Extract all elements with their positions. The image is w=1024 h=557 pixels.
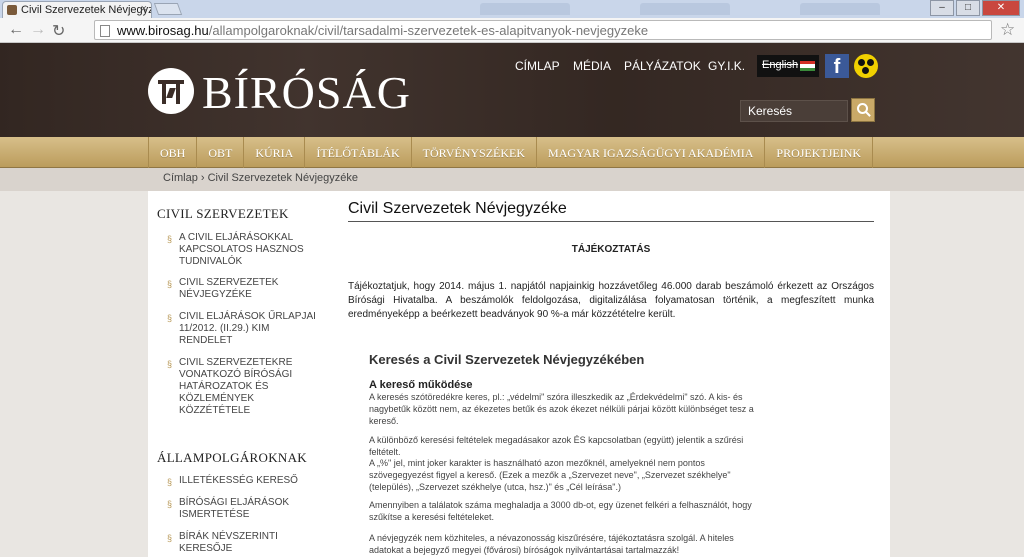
sidebar-item-urlapok[interactable]: § CIVIL ELJÁRÁSOK ŰRLAPJAI 11/2012. (II.2…: [167, 311, 319, 347]
sidebar-item-label: CIVIL SZERVEZETEK NÉVJEGYZÉKE: [179, 277, 279, 300]
nav-projektjeink[interactable]: PROJEKTJEINK: [764, 137, 874, 168]
sidebar-item-hatarozatok[interactable]: § CIVIL SZERVEZETEKRE VONATKOZÓ BÍRÓSÁGI …: [167, 357, 319, 417]
language-label: English: [762, 59, 799, 71]
sidebar-item-label: BÍRÓSÁGI ELJÁRÁSOK ISMERTETÉSE: [179, 497, 290, 520]
sidebar-item-eljarasok[interactable]: § BÍRÓSÁGI ELJÁRÁSOK ISMERTETÉSE: [167, 497, 319, 521]
top-nav-cimlap[interactable]: CÍMLAP: [515, 59, 560, 73]
facebook-icon[interactable]: f: [825, 54, 849, 78]
top-nav-palyazatok[interactable]: PÁLYÁZATOK: [624, 59, 701, 73]
sidebar-item-label: CIVIL SZERVEZETEKRE VONATKOZÓ BÍRÓSÁGI H…: [179, 357, 293, 416]
tab-title: Civil Szervezetek Névjegyzé: [21, 4, 152, 16]
close-window-button[interactable]: ✕: [982, 0, 1020, 16]
browser-tab-strip: Civil Szervezetek Névjegyzé × – □ ✕: [0, 0, 1024, 18]
search-button[interactable]: [851, 98, 875, 122]
notice-heading: TÁJÉKOZTATÁS: [571, 244, 651, 255]
top-nav-media[interactable]: MÉDIA: [573, 59, 611, 73]
accessibility-icon[interactable]: [854, 54, 878, 78]
info-paragraph: Amennyiben a találatok száma meghaladja …: [369, 500, 752, 522]
bullet-icon: §: [167, 234, 173, 244]
sidebar-item-nevjegyzek[interactable]: § CIVIL SZERVEZETEK NÉVJEGYZÉKE: [167, 277, 319, 301]
site-search-input[interactable]: Keresés: [740, 100, 848, 122]
info-paragraph: A különböző keresési feltételek megadása…: [369, 435, 744, 457]
url-host: www.birosag.hu: [117, 23, 209, 38]
sidebar-item-illetekesseg[interactable]: § ILLETÉKESSÉG KERESŐ: [167, 475, 319, 487]
sidebar-item-label: ILLETÉKESSÉG KERESŐ: [179, 475, 298, 486]
sidebar-heading-allampolgaroknak: ÁLLAMPOLGÁROKNAK: [157, 450, 307, 465]
nav-obh[interactable]: OBH: [148, 137, 196, 168]
nav-obt[interactable]: OBT: [196, 137, 243, 168]
main-navigation: OBH OBT KÚRIA ÍTÉLŐTÁBLÁK TÖRVÉNYSZÉKEK …: [0, 137, 1024, 168]
bullet-icon: §: [167, 279, 173, 289]
sidebar-heading-civil: CIVIL SZERVEZETEK: [157, 206, 289, 221]
sidebar-item-birak[interactable]: § BÍRÁK NÉVSZERINTI KERESŐJE: [167, 531, 319, 555]
site-favicon-icon: [7, 5, 17, 15]
how-it-works-heading: A kereső működése: [369, 379, 473, 391]
info-paragraph: A keresés szótöredékre keres, pl.: „véde…: [369, 392, 754, 426]
bookmark-star-icon[interactable]: ☆: [1000, 20, 1015, 40]
reload-icon[interactable]: ↻: [52, 21, 65, 41]
sidebar-item-tudnivalok[interactable]: § A CIVIL ELJÁRÁSOKKAL KAPCSOLATOS HASZNO…: [167, 232, 319, 268]
intro-paragraph: Tájékoztatjuk, hogy 2014. május 1. napjá…: [348, 281, 874, 320]
nav-itelotablak[interactable]: ÍTÉLŐTÁBLÁK: [304, 137, 410, 168]
bullet-icon: §: [167, 499, 173, 509]
back-arrow-icon[interactable]: ←: [8, 21, 24, 39]
tab-close-icon[interactable]: ×: [141, 3, 147, 15]
window-controls: – □ ✕: [930, 0, 1020, 16]
bullet-icon: §: [167, 313, 173, 323]
nav-torvenyszekek[interactable]: TÖRVÉNYSZÉKEK: [410, 137, 536, 168]
background-tab[interactable]: [800, 3, 880, 15]
forward-arrow-icon[interactable]: →: [30, 21, 46, 39]
site-logo-text[interactable]: BÍRÓSÁG: [202, 66, 411, 119]
info-paragraph: A névjegyzék nem közhiteles, a névazonos…: [369, 533, 734, 555]
bullet-icon: §: [167, 477, 173, 487]
court-logo-icon[interactable]: [148, 68, 194, 114]
nav-akademia[interactable]: MAGYAR IGAZSÁGÜGYI AKADÉMIA: [536, 137, 764, 168]
nav-kuria[interactable]: KÚRIA: [243, 137, 304, 168]
top-nav-gyik[interactable]: GY.I.K.: [708, 59, 745, 73]
browser-toolbar: ← → ↻ www.birosag.hu/allampolgaroknak/ci…: [0, 18, 1024, 43]
title-divider: [348, 221, 874, 222]
background-tab[interactable]: [640, 3, 730, 15]
hungarian-flag-icon: [800, 61, 815, 71]
minimize-button[interactable]: –: [930, 0, 954, 16]
background-tab[interactable]: [480, 3, 570, 15]
page-title: Civil Szervezetek Névjegyzéke: [348, 200, 567, 217]
info-paragraph: A „%" jel, mint joker karakter is haszná…: [369, 458, 731, 492]
bullet-icon: §: [167, 533, 173, 543]
sidebar-item-label: BÍRÁK NÉVSZERINTI KERESŐJE: [179, 531, 278, 554]
breadcrumb-bar: Címlap › Civil Szervezetek Névjegyzéke: [0, 168, 1024, 191]
search-section-heading: Keresés a Civil Szervezetek Névjegyzékéb…: [369, 352, 645, 367]
page-icon: [100, 25, 110, 37]
bullet-icon: §: [167, 359, 173, 369]
browser-tab[interactable]: Civil Szervezetek Névjegyzé ×: [2, 1, 152, 18]
url-path: /allampolgaroknak/civil/tarsadalmi-szerv…: [208, 23, 649, 38]
maximize-button[interactable]: □: [956, 0, 980, 16]
sidebar-item-label: A CIVIL ELJÁRÁSOKKAL KAPCSOLATOS HASZNOS…: [179, 232, 304, 267]
address-bar[interactable]: www.birosag.hu/allampolgaroknak/civil/ta…: [94, 20, 992, 40]
sidebar-item-label: CIVIL ELJÁRÁSOK ŰRLAPJAI 11/2012. (II.29…: [179, 311, 316, 346]
new-tab-button[interactable]: [153, 3, 183, 15]
search-placeholder: Keresés: [748, 104, 793, 118]
breadcrumb[interactable]: Címlap › Civil Szervezetek Névjegyzéke: [163, 172, 358, 184]
